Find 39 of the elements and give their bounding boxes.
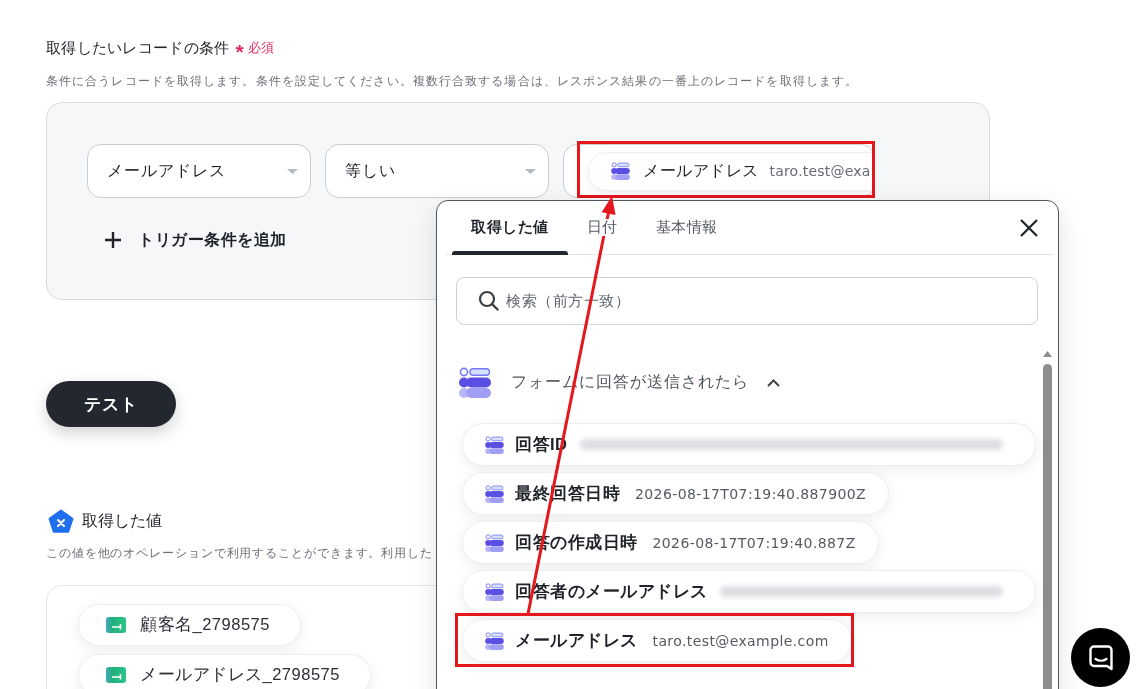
search-icon [478,290,499,311]
operator-select[interactable]: 等しい [325,144,549,198]
section-description: 条件に合うレコードを取得します。条件を設定してください。複数行合致する場合は、レスポンス結果の一番上のレコードを取得します。 [46,73,859,90]
field-select[interactable]: メールアドレス [87,144,311,198]
scrollbar-thumb[interactable] [1043,364,1052,689]
required-asterisk: * [235,39,244,59]
form-icon [611,162,630,180]
tile-icon [106,617,126,633]
token-label: メールアドレス [643,160,759,181]
chevron-up-icon[interactable] [767,378,780,387]
chat-icon [1088,644,1113,671]
caret-icon [287,168,298,174]
add-condition-button[interactable]: トリガー条件を追加 [87,229,287,251]
value-chip[interactable]: 顧客名_2798575 [78,604,301,646]
test-button[interactable]: テスト [46,381,176,427]
token-value: taro.test@exa [769,163,871,179]
value-field[interactable]: メールアドレス taro.test@exa [563,144,875,198]
tab[interactable]: 基本情報 [636,201,737,254]
form-icon [485,435,504,454]
value-item[interactable]: 回答者のメールアドレス [462,570,1036,613]
value-item[interactable]: メールアドレス taro.test@example.com [462,619,852,662]
plus-icon [104,231,122,249]
required-label: 必須 [247,39,274,57]
form-icon [485,631,504,650]
section-title: 取得した値 [82,510,162,531]
close-icon[interactable] [1019,217,1039,238]
caret-icon [525,168,536,174]
tile-icon [106,667,126,683]
value-chip[interactable]: メールアドレス_2798575 [78,654,371,689]
tab[interactable]: 取得した値 [452,201,568,254]
section-title: 取得したいレコードの条件 [46,38,230,58]
tab[interactable]: 日付 [567,201,637,254]
form-icon [485,533,504,552]
scroll-up-icon[interactable] [1043,351,1052,357]
pentagon-x-icon [48,509,74,533]
section-description: この値を他のオペレーションで利用することができます。利用した [46,545,433,562]
form-icon [485,484,504,503]
form-icon [459,367,491,398]
form-icon [485,582,504,601]
